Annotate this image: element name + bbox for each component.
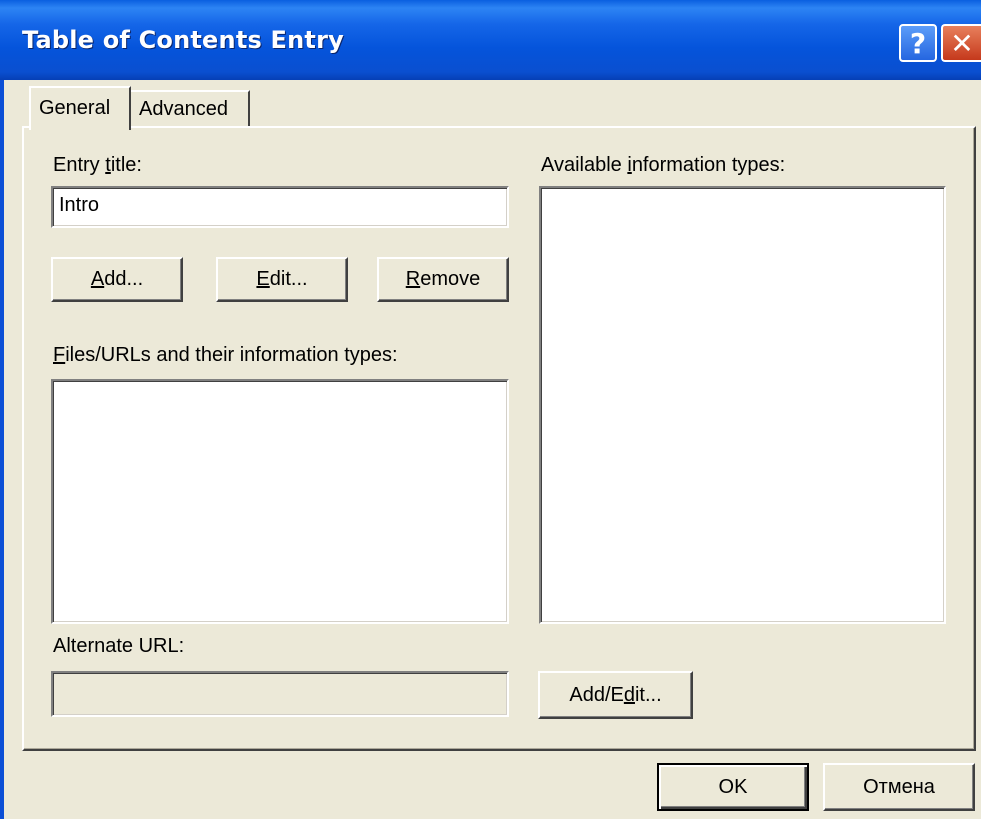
entry-title-label: Entry title: bbox=[53, 154, 142, 176]
add-button-label: Add... bbox=[90, 268, 144, 290]
ok-button-label: OK bbox=[718, 775, 748, 798]
alternate-url-input[interactable] bbox=[51, 671, 509, 717]
close-button[interactable]: ✕ bbox=[941, 24, 981, 62]
window-title: Table of Contents Entry bbox=[22, 26, 344, 54]
remove-button-label: Remove bbox=[405, 268, 481, 290]
cancel-button-label: Отмена bbox=[863, 775, 935, 798]
add-edit-button-label: Add/Edit... bbox=[569, 683, 662, 706]
cancel-button[interactable]: Отмена bbox=[823, 763, 975, 811]
tab-general[interactable]: General bbox=[29, 86, 131, 130]
files-urls-label: Files/URLs and their information types: bbox=[53, 344, 398, 366]
remove-button[interactable]: Remove bbox=[377, 257, 509, 302]
help-icon: ? bbox=[909, 26, 927, 60]
available-info-types-list[interactable] bbox=[539, 186, 946, 624]
help-button[interactable]: ? bbox=[899, 24, 937, 62]
available-info-types-label: Available information types: bbox=[541, 154, 786, 176]
tab-general-label: General bbox=[39, 97, 111, 119]
tab-advanced[interactable]: Advanced bbox=[131, 90, 250, 128]
ok-button[interactable]: OK bbox=[657, 763, 809, 811]
edit-button-label: Edit... bbox=[256, 268, 308, 290]
alternate-url-label: Alternate URL: bbox=[53, 635, 185, 657]
add-button[interactable]: Add... bbox=[51, 257, 183, 302]
title-bar[interactable]: Table of Contents Entry ? ✕ bbox=[0, 0, 981, 80]
add-edit-button[interactable]: Add/Edit... bbox=[538, 671, 693, 719]
files-urls-list[interactable] bbox=[51, 379, 509, 624]
entry-title-value: Intro bbox=[59, 194, 100, 216]
close-icon: ✕ bbox=[950, 26, 974, 60]
tab-advanced-label: Advanced bbox=[139, 98, 228, 120]
edit-button[interactable]: Edit... bbox=[216, 257, 348, 302]
entry-title-input[interactable]: Intro bbox=[51, 186, 509, 228]
window-frame-left bbox=[0, 80, 4, 819]
